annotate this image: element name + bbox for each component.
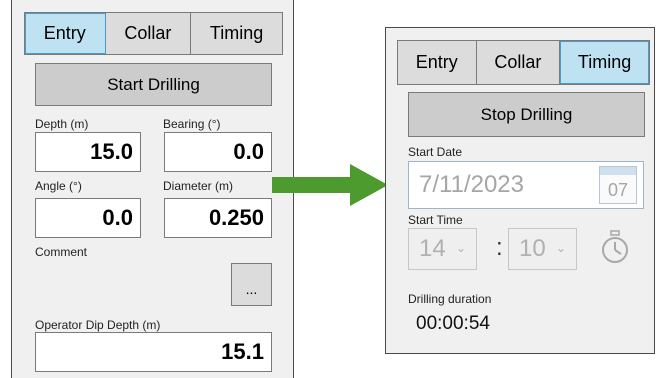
operator-dip-depth-field[interactable]: 15.1 <box>35 332 272 372</box>
hour-select[interactable]: 14 ⌄ <box>408 228 477 270</box>
calendar-day: 07 <box>607 180 629 200</box>
hour-value: 14 <box>419 235 446 262</box>
tab-collar[interactable]: Collar <box>105 13 192 54</box>
calendar-icon[interactable]: 07 <box>599 166 637 204</box>
diameter-field[interactable]: 0.250 <box>164 198 272 238</box>
angle-label: Angle (°) <box>35 179 82 193</box>
operator-dip-depth-label: Operator Dip Depth (m) <box>35 318 161 332</box>
start-drilling-button[interactable]: Start Drilling <box>35 63 272 106</box>
start-time-label: Start Time <box>408 213 463 227</box>
minute-value: 10 <box>519 235 546 262</box>
left-tab-bar: Entry Collar Timing <box>24 12 283 55</box>
minute-select[interactable]: 10 ⌄ <box>508 228 577 270</box>
timing-panel: Entry Collar Timing Stop Drilling Start … <box>385 27 655 354</box>
drilling-duration-value: 00:00:54 <box>416 313 490 334</box>
tab-entry[interactable]: Entry <box>398 41 477 84</box>
diameter-label: Diameter (m) <box>163 179 234 193</box>
tab-timing[interactable]: Timing <box>560 41 650 84</box>
chevron-down-icon: ⌄ <box>455 241 466 255</box>
clock-icon[interactable] <box>597 227 633 267</box>
comment-label: Comment <box>35 245 88 259</box>
chevron-down-icon: ⌄ <box>555 241 566 255</box>
depth-label: Depth (m) <box>35 117 89 131</box>
stop-drilling-button[interactable]: Stop Drilling <box>408 92 645 137</box>
right-arrow-icon <box>272 164 388 206</box>
bearing-field[interactable]: 0.0 <box>164 132 272 172</box>
start-date-label: Start Date <box>408 145 463 159</box>
entry-panel: Entry Collar Timing Start Drilling Depth… <box>11 0 294 378</box>
comment-button[interactable]: ... <box>231 263 272 306</box>
drilling-duration-label: Drilling duration <box>408 292 492 306</box>
depth-field[interactable]: 15.0 <box>35 132 141 172</box>
angle-field[interactable]: 0.0 <box>35 198 141 238</box>
start-date-picker[interactable]: 7/11/2023 07 <box>408 161 644 209</box>
tab-entry[interactable]: Entry <box>25 13 106 54</box>
tab-collar[interactable]: Collar <box>476 41 561 84</box>
tab-timing[interactable]: Timing <box>191 13 283 54</box>
time-separator: : <box>496 234 503 261</box>
right-tab-bar: Entry Collar Timing <box>397 40 650 85</box>
start-date-value: 7/11/2023 <box>419 171 524 198</box>
bearing-label: Bearing (°) <box>163 117 221 131</box>
